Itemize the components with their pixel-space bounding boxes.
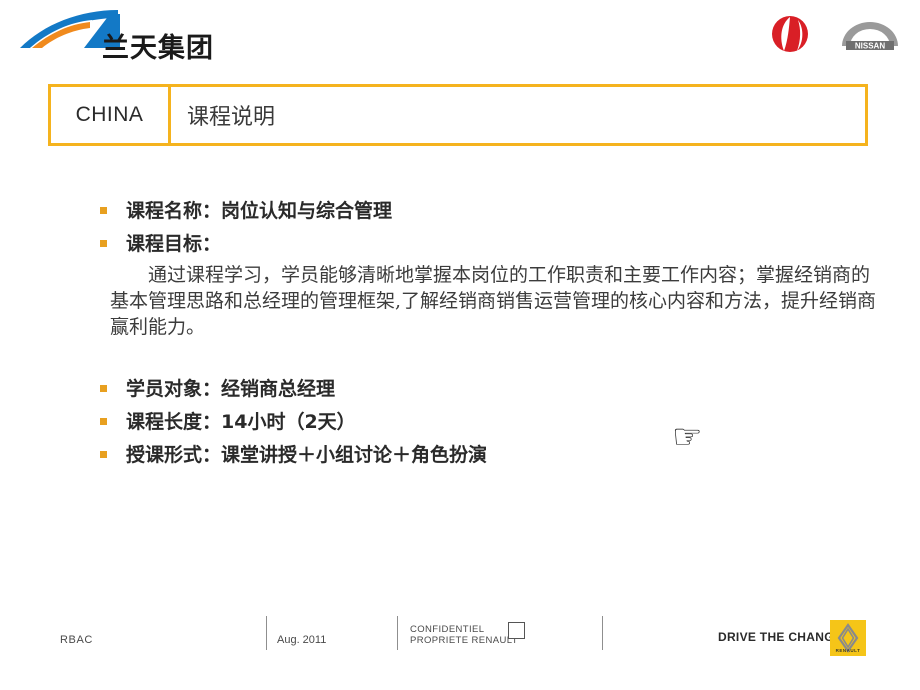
square-bullet-icon bbox=[100, 207, 107, 214]
square-bullet-icon bbox=[100, 240, 107, 247]
list-item: 课程名称：岗位认知与综合管理 bbox=[0, 196, 920, 226]
footer-code: RBAC bbox=[60, 634, 93, 646]
dongfeng-logo bbox=[768, 14, 812, 54]
lower-bullet-list: 学员对象：经销商总经理 课程长度：14小时（2天） 授课形式：课堂讲授＋小组讨论… bbox=[0, 374, 920, 470]
renault-wordmark: RENAULT bbox=[835, 648, 861, 653]
list-item-label: 课程目标： bbox=[126, 233, 222, 255]
brand-wordmark: 兰天集团 bbox=[102, 33, 214, 64]
list-item-label: 学员对象：经销商总经理 bbox=[126, 378, 336, 400]
confidentiality-notice: CONFIDENTIEL PROPRIETE RENAULT bbox=[410, 624, 518, 646]
page-footer: RBAC Aug. 2011 CONFIDENTIEL PROPRIETE RE… bbox=[0, 608, 920, 668]
slide-content: 课程名称：岗位认知与综合管理 课程目标： 通过课程学习，学员能够清晰地掌握本岗位… bbox=[0, 196, 920, 473]
confidential-line-1: CONFIDENTIEL bbox=[410, 624, 485, 635]
lantian-group-logo: 兰天集团 bbox=[14, 8, 234, 64]
title-region-box: CHINA bbox=[51, 87, 171, 143]
objective-paragraph: 通过课程学习，学员能够清晰地掌握本岗位的工作职责和主要工作内容；掌握经销商的基本… bbox=[110, 264, 877, 338]
square-bullet-icon bbox=[100, 451, 107, 458]
list-item-label: 课程长度：14小时（2天） bbox=[126, 411, 356, 433]
square-bullet-icon bbox=[100, 385, 107, 392]
svg-text:NISSAN: NISSAN bbox=[855, 42, 885, 51]
footer-divider bbox=[602, 616, 603, 650]
confidential-line-2: PROPRIETE RENAULT bbox=[410, 635, 518, 646]
list-item-label: 课程名称：岗位认知与综合管理 bbox=[126, 200, 393, 222]
footer-divider bbox=[397, 616, 398, 650]
nissan-logo: NISSAN bbox=[836, 18, 904, 54]
list-item: 课程长度：14小时（2天） bbox=[0, 407, 920, 437]
list-item: 课程目标： bbox=[0, 229, 920, 259]
pointing-hand-icon: ☞ bbox=[672, 418, 703, 456]
renault-tagline: DRIVE THE CHANGE bbox=[718, 630, 843, 644]
slide-title-bar: CHINA 课程说明 bbox=[48, 84, 868, 146]
square-bullet-icon bbox=[100, 418, 107, 425]
footer-divider bbox=[266, 616, 267, 650]
page-title: 课程说明 bbox=[187, 105, 276, 130]
title-region-label: CHINA bbox=[75, 103, 144, 126]
confidential-checkbox[interactable] bbox=[508, 622, 525, 639]
list-item: 学员对象：经销商总经理 bbox=[0, 374, 920, 404]
footer-date: Aug. 2011 bbox=[277, 634, 327, 646]
title-text-wrap: 课程说明 bbox=[171, 87, 865, 143]
list-item-label: 授课形式：课堂讲授＋小组讨论＋角色扮演 bbox=[126, 444, 488, 466]
page-header: 兰天集团 NISSAN bbox=[0, 0, 920, 64]
list-item: 授课形式：课堂讲授＋小组讨论＋角色扮演 bbox=[0, 440, 920, 470]
